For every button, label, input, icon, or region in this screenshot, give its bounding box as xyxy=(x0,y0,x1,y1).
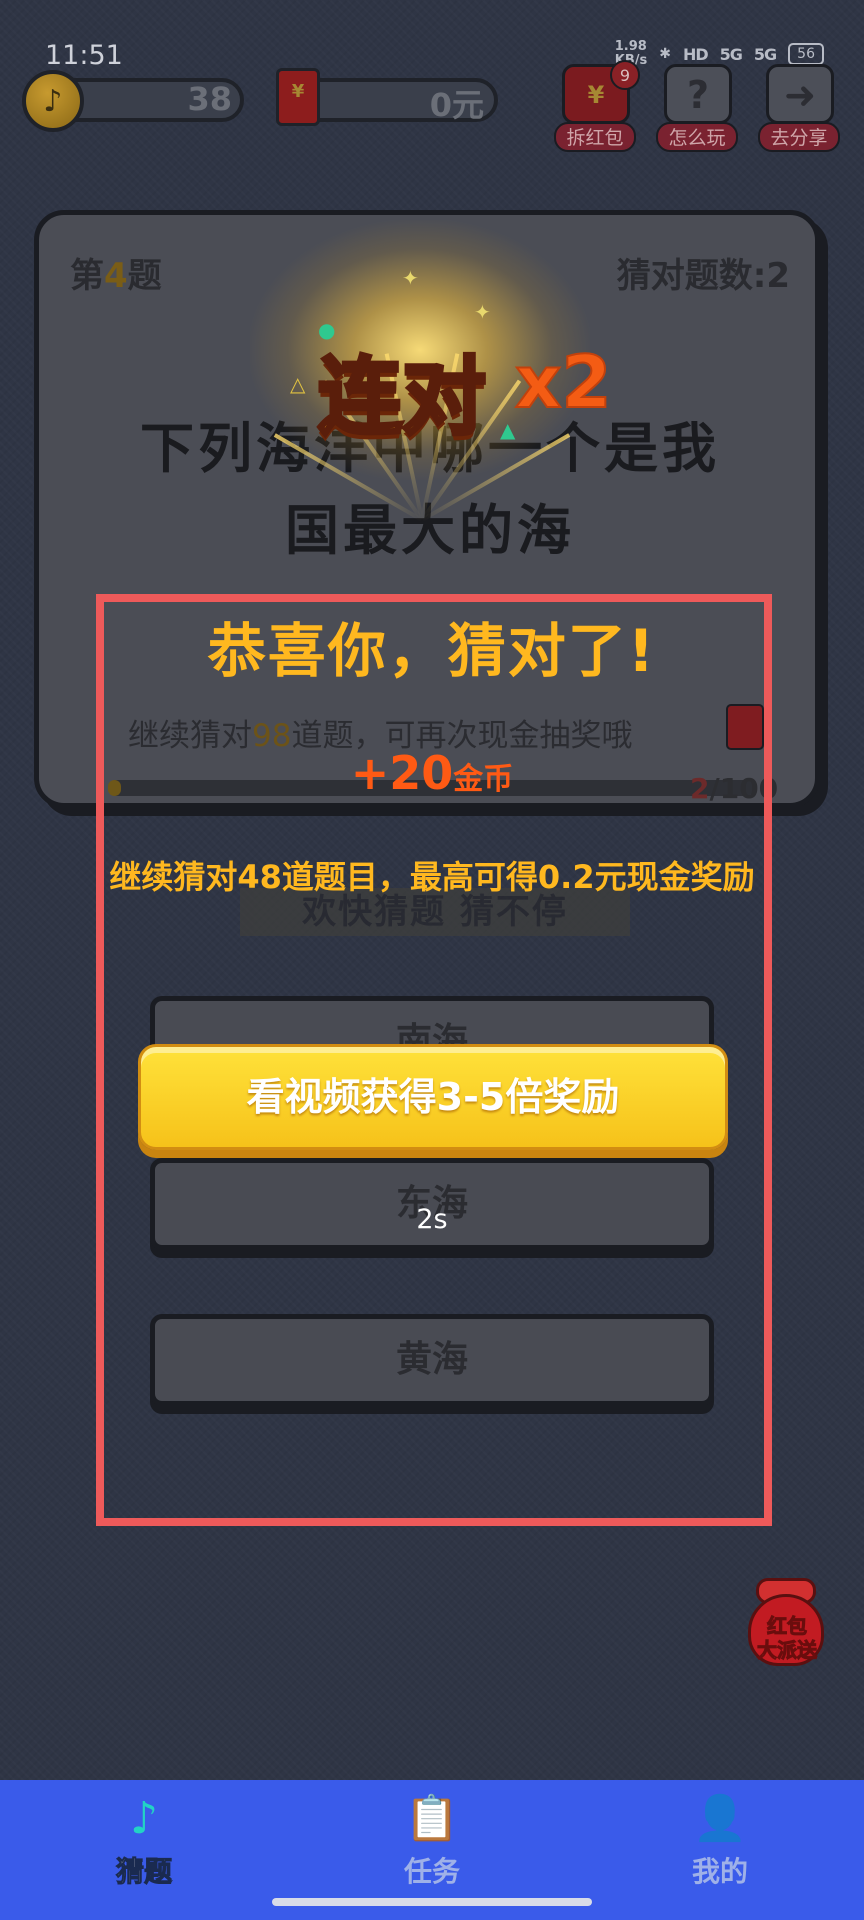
share-label: 去分享 xyxy=(758,122,840,152)
red-envelope-icon xyxy=(276,68,320,126)
home-indicator[interactable] xyxy=(272,1898,592,1906)
hd-icon: HD xyxy=(682,44,709,64)
combo-multiplier: x2 xyxy=(514,339,613,425)
music-note-icon: ♪ xyxy=(129,1792,159,1844)
nav-label-tasks: 任务 xyxy=(403,1855,460,1888)
how-to-play-label: 怎么玩 xyxy=(656,122,738,152)
bluetooth-icon: ✱ xyxy=(659,46,671,62)
combo-label: 连对 xyxy=(316,346,488,448)
notification-badge: 9 xyxy=(610,60,640,90)
nav-item-guess[interactable]: ♪ 猜题 xyxy=(44,1790,244,1900)
nav-label-guess: 猜题 xyxy=(115,1855,172,1889)
signal-5g-icon-2: 5G xyxy=(753,44,777,64)
highlight-box xyxy=(96,594,772,1526)
giveaway-line-1: 红包 xyxy=(767,1614,808,1639)
giveaway-line-2: 大派送 xyxy=(757,1638,818,1663)
nav-item-tasks[interactable]: 📋 任务 xyxy=(332,1790,532,1900)
nav-label-me: 我的 xyxy=(691,1855,748,1888)
battery-icon: 56 xyxy=(788,43,824,65)
sparkle-icon: ▲ xyxy=(500,418,516,442)
status-time: 11:51 xyxy=(45,40,123,71)
giveaway-label: 红包 大派送 xyxy=(742,1614,832,1663)
coin-count: 38 xyxy=(187,80,232,118)
net-speed-value: 1.98 xyxy=(614,39,647,54)
cash-amount: 0元 xyxy=(429,86,484,124)
question-number: 第4题 xyxy=(70,248,162,297)
how-to-play-button[interactable]: ? 怎么玩 xyxy=(656,64,738,154)
nav-item-me[interactable]: 👤 我的 xyxy=(620,1790,820,1900)
sparkle-icon: △ xyxy=(290,372,306,396)
signal-5g-icon: 5G xyxy=(719,44,743,64)
red-envelope-giveaway-button[interactable]: 红包 大派送 xyxy=(742,1576,832,1676)
sparkle-icon: ✦ xyxy=(402,266,419,290)
clipboard-icon: 📋 xyxy=(404,1793,460,1844)
person-icon: 👤 xyxy=(692,1793,748,1844)
correct-count: 猜对题数:2 xyxy=(616,256,790,296)
share-arrow-icon: ➜ xyxy=(766,64,834,124)
question-index: 4 xyxy=(104,256,128,296)
sparkle-icon: ✦ xyxy=(474,300,491,324)
share-button[interactable]: ➜ 去分享 xyxy=(758,64,840,154)
question-icon: ? xyxy=(664,64,732,124)
coin-icon: ♪ xyxy=(22,70,84,132)
question-prefix: 第 xyxy=(70,256,104,296)
question-line-2: 国最大的海 xyxy=(285,499,575,562)
question-suffix: 题 xyxy=(127,256,162,296)
open-red-envelope-label: 拆红包 xyxy=(554,122,636,152)
